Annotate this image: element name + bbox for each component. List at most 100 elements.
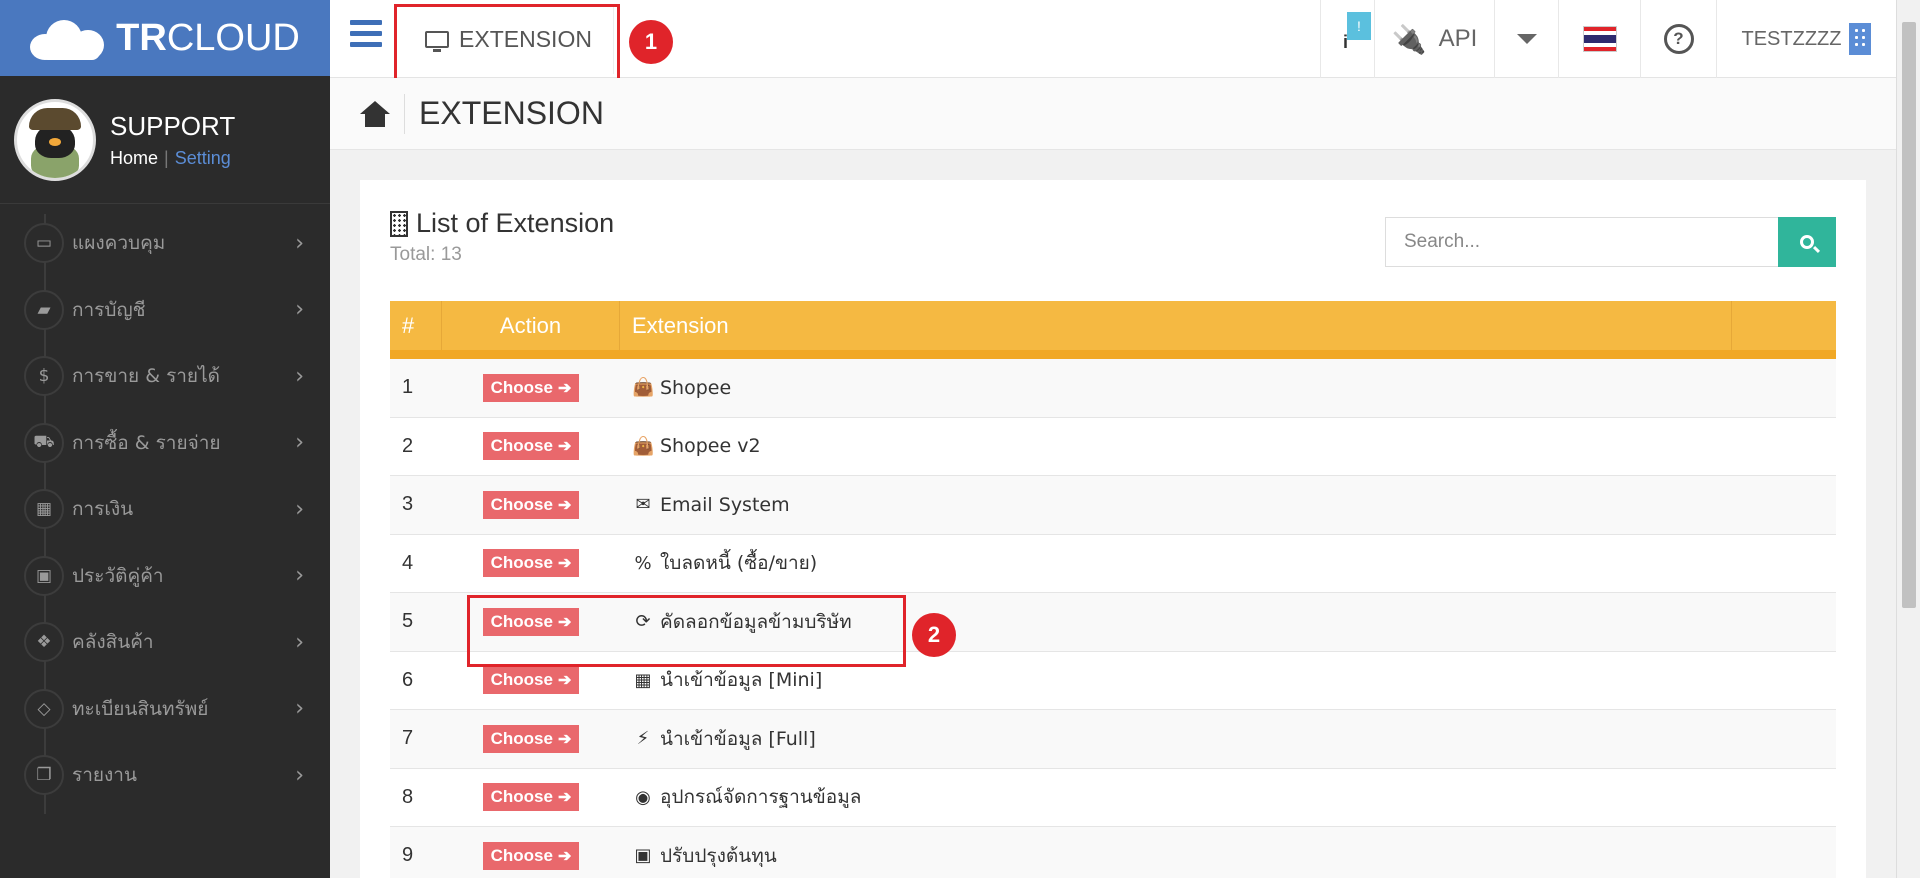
choose-label: Choose bbox=[490, 728, 553, 748]
info-icon: i bbox=[1343, 32, 1349, 52]
sidebar-item-0[interactable]: ▭ แผงควบคุม › bbox=[0, 210, 330, 277]
chevron-right-icon: › bbox=[295, 563, 304, 589]
sidebar-item-1[interactable]: ▰ การบัญชี › bbox=[0, 277, 330, 344]
choose-label: Choose bbox=[490, 670, 553, 690]
home-icon[interactable] bbox=[360, 100, 390, 127]
dropdown-button[interactable] bbox=[1494, 0, 1558, 78]
gamepad-icon: ◉ bbox=[635, 786, 651, 808]
arrow-right-icon: ➔ bbox=[557, 379, 572, 397]
row-number: 6 bbox=[402, 668, 414, 691]
company-name: TESTZZZZ bbox=[1741, 27, 1842, 50]
sidebar-item-5[interactable]: ▣ ประวัติคู่ค้า › bbox=[0, 543, 330, 610]
sidebar-item-label: ทะเบียนสินทรัพย์ bbox=[72, 697, 209, 720]
search-input[interactable] bbox=[1385, 217, 1781, 267]
extension-name: ปรับปรุงต้นทุน bbox=[660, 844, 777, 867]
search-icon bbox=[1800, 235, 1814, 249]
caret-down-icon bbox=[1516, 34, 1537, 44]
table-row: 8 Choose ➔ ◉ อุปกรณ์จัดการฐานข้อมูล bbox=[390, 769, 1836, 827]
choose-button[interactable]: Choose ➔ bbox=[482, 549, 580, 578]
envelope-icon: ✉ bbox=[635, 494, 651, 516]
table-row: 2 Choose ➔ 👜 Shopee v2 bbox=[390, 418, 1836, 476]
chevron-right-icon: › bbox=[295, 496, 304, 522]
column-header-extension: Extension bbox=[620, 301, 1732, 350]
chevron-right-icon: › bbox=[295, 297, 304, 323]
sidebar-item-6[interactable]: ❖ คลังสินค้า › bbox=[0, 609, 330, 676]
notification-button[interactable]: ! i bbox=[1320, 0, 1374, 78]
shopping-bag-icon: 👜 bbox=[632, 377, 655, 399]
scrollbar-thumb[interactable] bbox=[1902, 22, 1916, 608]
user-menu[interactable]: TESTZZZZ bbox=[1716, 0, 1896, 78]
row-number: 4 bbox=[402, 551, 414, 574]
search-button[interactable] bbox=[1778, 217, 1836, 267]
extension-name: นำเข้าข้อมูล [Full] bbox=[660, 727, 816, 750]
help-button[interactable]: ? bbox=[1640, 0, 1716, 78]
sidebar-item-2[interactable]: $ การขาย & รายได้ › bbox=[0, 343, 330, 410]
sidebar-item-7[interactable]: ◇ ทะเบียนสินทรัพย์ › bbox=[0, 676, 330, 743]
choose-button[interactable]: Choose ➔ bbox=[482, 432, 580, 461]
choose-label: Choose bbox=[490, 436, 553, 456]
choose-button[interactable]: Choose ➔ bbox=[482, 841, 580, 870]
home-link[interactable]: Home bbox=[110, 148, 158, 168]
row-number: 2 bbox=[402, 434, 414, 457]
row-number: 3 bbox=[402, 493, 414, 516]
api-label: API bbox=[1438, 25, 1478, 52]
setting-link[interactable]: Setting bbox=[175, 148, 231, 168]
annotation-marker-2: 2 bbox=[912, 613, 956, 657]
choose-button[interactable]: Choose ➔ bbox=[482, 490, 580, 519]
table-icon: ▦ bbox=[634, 669, 652, 691]
sidebar-item-label: คลังสินค้า bbox=[72, 631, 154, 654]
avatar[interactable] bbox=[14, 98, 96, 181]
choose-label: Choose bbox=[490, 494, 553, 514]
dollar-icon: $ bbox=[24, 356, 64, 397]
sidebar-item-3[interactable]: ⛟ การซื้อ & รายจ่าย › bbox=[0, 410, 330, 477]
sidebar: TRCLOUD SUPPORT Home | Setting ▭ แผงควบคุม ›… bbox=[0, 0, 330, 878]
sidebar-item-8[interactable]: ❐ รายงาน › bbox=[0, 742, 330, 809]
page-header: EXTENSION bbox=[330, 78, 1896, 150]
card-title: List of Extension bbox=[390, 208, 614, 239]
sidebar-item-label: การบัญชี bbox=[72, 298, 146, 321]
column-header-num: # bbox=[390, 301, 442, 350]
row-number: 8 bbox=[402, 785, 414, 808]
choose-label: Choose bbox=[490, 845, 553, 865]
cart-icon: ⛟ bbox=[24, 422, 64, 463]
arrow-right-icon: ➔ bbox=[557, 789, 572, 807]
column-header-action: Action bbox=[442, 301, 620, 350]
arrow-right-icon: ➔ bbox=[557, 555, 572, 573]
choose-button[interactable]: Choose ➔ bbox=[482, 783, 580, 812]
sidebar-item-label: ประวัติคู่ค้า bbox=[72, 564, 164, 587]
row-number: 7 bbox=[402, 727, 414, 750]
logo[interactable]: TRCLOUD bbox=[0, 0, 330, 76]
table-row: 7 Choose ➔ ⚡ นำเข้าข้อมูล [Full] bbox=[390, 710, 1836, 769]
language-button[interactable] bbox=[1558, 0, 1640, 78]
magic-wand-icon: ⚡ bbox=[636, 728, 650, 750]
diamond-icon: ◇ bbox=[24, 688, 64, 729]
choose-button[interactable]: Choose ➔ bbox=[482, 724, 580, 753]
annotation-marker-1: 1 bbox=[629, 20, 673, 64]
choose-button[interactable]: Choose ➔ bbox=[482, 666, 580, 695]
chevron-right-icon: › bbox=[295, 430, 304, 456]
row-number: 9 bbox=[402, 844, 414, 867]
profile-name: SUPPORT bbox=[110, 110, 236, 141]
sidebar-item-4[interactable]: ▦ การเงิน › bbox=[0, 476, 330, 543]
contact-book-icon: ▣ bbox=[24, 555, 64, 596]
clone-icon: ❐ bbox=[24, 755, 64, 796]
sidebar-item-label: รายงาน bbox=[72, 764, 137, 787]
scrollbar[interactable] bbox=[1896, 0, 1920, 878]
arrow-right-icon: ➔ bbox=[557, 438, 572, 456]
chevron-right-icon: › bbox=[295, 696, 304, 722]
book-icon: ▰ bbox=[24, 289, 64, 330]
logo-text: TRCLOUD bbox=[116, 16, 300, 59]
cubes-icon: ❖ bbox=[24, 622, 64, 663]
sidebar-item-label: การซื้อ & รายจ่าย bbox=[72, 431, 221, 454]
extension-name: Shopee v2 bbox=[660, 435, 761, 458]
choose-button[interactable]: Choose ➔ bbox=[482, 373, 580, 402]
api-button[interactable]: 🔌 API bbox=[1374, 0, 1494, 78]
table-row: 4 Choose ➔% ใบลดหนี้ (ซื้อ/ขาย) bbox=[390, 535, 1836, 593]
sidebar-menu: ▭ แผงควบคุม › ▰ การบัญชี › $ การขาย & รายได้ › ⛟ ก… bbox=[0, 204, 330, 814]
arrow-right-icon: ➔ bbox=[557, 496, 572, 514]
card-title-text: List of Extension bbox=[416, 208, 615, 238]
extension-name: Email System bbox=[660, 493, 790, 516]
hamburger-menu-icon[interactable] bbox=[350, 20, 382, 50]
row-number: 5 bbox=[402, 610, 414, 633]
bus-icon: ▣ bbox=[634, 845, 652, 867]
